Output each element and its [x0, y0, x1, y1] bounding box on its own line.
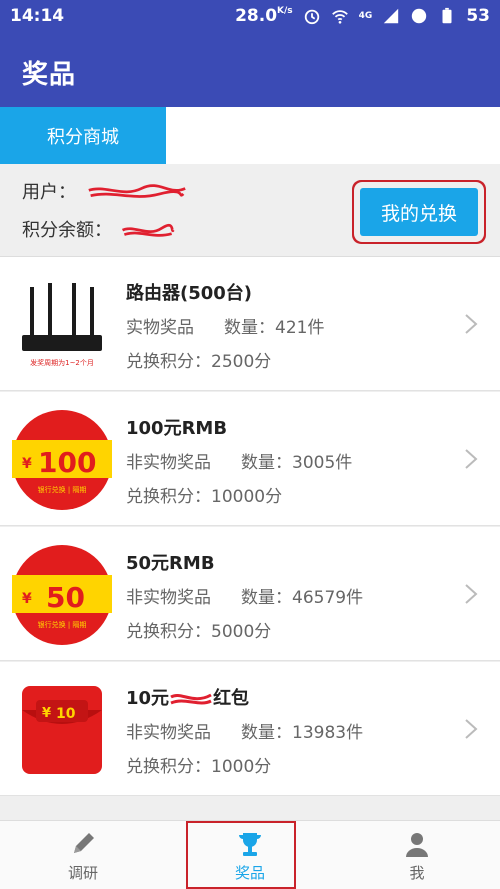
redaction-scribble — [170, 693, 212, 705]
item-name: 100元RMB — [126, 418, 228, 439]
tab-points-mall[interactable]: 积分商城 — [0, 107, 166, 164]
svg-text:银行兑换 | 隔期: 银行兑换 | 隔期 — [38, 485, 87, 494]
item-meta: 非实物奖品 数量：3005件 — [126, 453, 353, 473]
item-meta: 实物奖品 数量：421件 — [126, 318, 325, 338]
chevron-right-icon — [465, 719, 478, 739]
pencil-icon — [74, 833, 94, 853]
svg-text:发奖周期为1~2个月: 发奖周期为1~2个月 — [30, 358, 94, 367]
item-points: 兑换积分：5000分 — [126, 622, 272, 642]
my-exchange-button[interactable]: 我的兑换 — [360, 188, 478, 236]
redaction-scribble — [88, 184, 186, 198]
tab-strip: 积分商城 — [0, 107, 500, 165]
chevron-right-icon — [465, 449, 478, 469]
list-item[interactable]: ¥ 10 10元 红包 非实物奖品 数量：13983件 兑换积分：1000分 — [0, 662, 500, 796]
item-points: 兑换积分：1000分 — [126, 757, 272, 777]
network-type: 4G — [358, 11, 373, 21]
network-speed: 28.0K/s — [235, 6, 293, 26]
nav-prizes[interactable]: 奖品 — [167, 821, 333, 889]
user-row: 用户： — [22, 178, 192, 204]
router-image: 发奖周期为1~2个月 — [12, 275, 112, 375]
status-right: 28.0K/s 4G 53 — [235, 6, 490, 26]
trophy-icon — [239, 833, 261, 856]
balance-row: 积分余额： — [22, 216, 178, 242]
item-meta: 非实物奖品 数量：13983件 — [126, 723, 364, 743]
item-points: 兑换积分：2500分 — [126, 352, 272, 372]
status-time: 14:14 — [10, 6, 65, 26]
nav-label: 调研 — [67, 864, 98, 882]
prize-list: 发奖周期为1~2个月 路由器(500台) 实物奖品 数量：421件 兑换积分：25… — [0, 257, 500, 797]
item-meta: 非实物奖品 数量：46579件 — [126, 588, 364, 608]
list-item[interactable]: ¥ 100 银行兑换 | 隔期 100元RMB 非实物奖品 数量：3005件 兑换… — [0, 392, 500, 526]
item-points: 兑换积分：10000分 — [126, 487, 283, 507]
red-envelope-image: ¥ 10 — [12, 680, 112, 780]
nav-label: 奖品 — [234, 864, 265, 882]
user-icon — [406, 833, 428, 857]
nav-label: 我 — [409, 864, 425, 882]
hd-icon — [412, 8, 427, 24]
chevron-right-icon — [465, 314, 478, 334]
rmb-100-image: ¥ 100 银行兑换 | 隔期 — [12, 410, 112, 510]
alarm-icon — [304, 9, 319, 25]
app-bar: 奖品 — [0, 34, 500, 107]
redaction-scribble — [121, 223, 175, 237]
wifi-icon — [331, 10, 348, 24]
svg-text:银行兑换 | 隔期: 银行兑换 | 隔期 — [38, 620, 87, 629]
chevron-right-icon — [465, 584, 478, 604]
nav-survey[interactable]: 调研 — [0, 821, 166, 889]
svg-text:50: 50 — [46, 581, 85, 614]
list-item[interactable]: 发奖周期为1~2个月 路由器(500台) 实物奖品 数量：421件 兑换积分：25… — [0, 257, 500, 391]
battery-icon — [442, 7, 452, 24]
svg-text:¥: ¥ — [22, 456, 32, 472]
user-label: 用户： — [22, 182, 76, 203]
svg-text:¥: ¥ — [42, 706, 51, 721]
page-title: 奖品 — [22, 60, 77, 90]
status-bar: 14:14 28.0K/s 4G 53 — [0, 0, 500, 34]
svg-text:¥: ¥ — [22, 591, 32, 607]
signal-icon — [384, 8, 399, 24]
nav-me[interactable]: 我 — [334, 821, 500, 889]
svg-text:100: 100 — [38, 446, 96, 479]
user-info-panel: 用户： 积分余额： 我的兑换 — [0, 164, 500, 257]
list-item[interactable]: ¥ 50 银行兑换 | 隔期 50元RMB 非实物奖品 数量：46579件 兑换积… — [0, 527, 500, 661]
balance-label: 积分余额： — [22, 220, 112, 241]
bottom-nav: 调研 奖品 我 — [0, 820, 500, 889]
item-name: 50元RMB — [126, 553, 215, 574]
item-name: 路由器(500台) — [126, 283, 253, 304]
item-name: 10元 红包 — [126, 688, 250, 709]
battery-level: 53 — [466, 6, 490, 26]
svg-text:10: 10 — [56, 706, 76, 722]
rmb-50-image: ¥ 50 银行兑换 | 隔期 — [12, 545, 112, 645]
